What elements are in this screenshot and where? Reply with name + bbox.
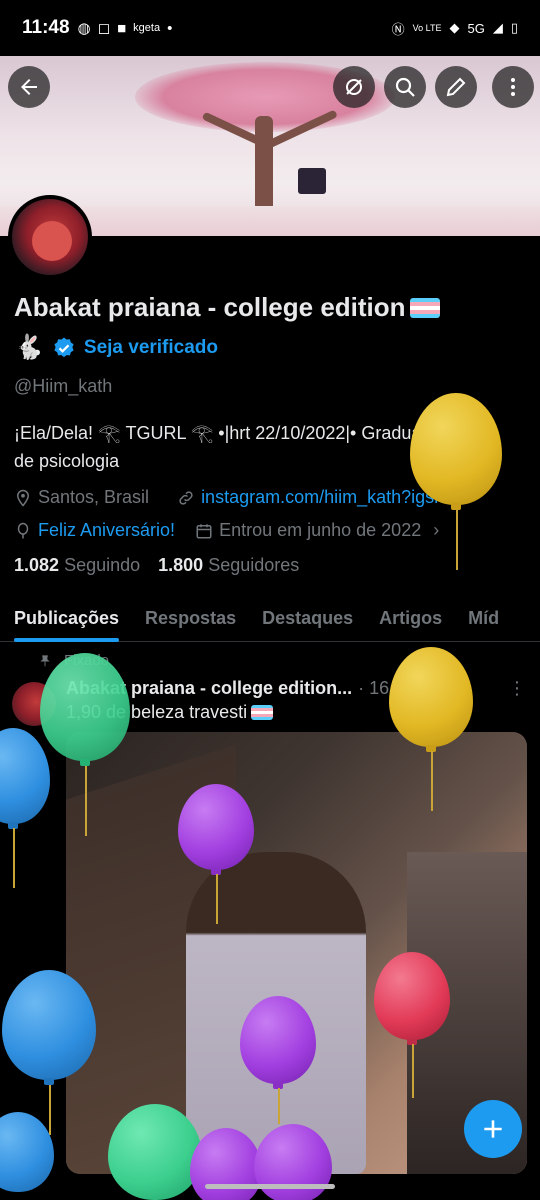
sync-off-icon (346, 79, 362, 95)
arrow-left-icon (21, 79, 37, 95)
edit-button[interactable] (435, 66, 477, 108)
tab-respostas[interactable]: Respostas (145, 600, 236, 642)
battery-icon: ▯ (510, 20, 518, 35)
tab-destaques[interactable]: Destaques (262, 600, 353, 642)
nfc-icon: Ⓝ (391, 21, 405, 37)
tab-midia[interactable]: Míd (468, 600, 499, 642)
location-pin-icon (16, 489, 30, 507)
status-right: Ⓝ Vo LTE ◆ 5G ◢ ▯ (392, 19, 518, 38)
balloon-icon (17, 522, 29, 538)
balloon-yellow (389, 647, 473, 811)
birthday-link[interactable]: Feliz Aniversário! (38, 520, 175, 541)
calendar-icon (196, 523, 212, 538)
profile-location: Santos, Brasil (38, 487, 150, 507)
get-verified-link[interactable]: Seja verificado (84, 337, 218, 359)
signal-icon: ◢ (492, 20, 503, 35)
network-label: 5G (467, 20, 485, 36)
instagram-icon: ◻ (97, 20, 111, 37)
status-bar: 11:48 ◍ ◻ ■ kgeta • Ⓝ Vo LTE ◆ 5G ◢ ▯ (0, 0, 540, 56)
verified-badge-icon (54, 337, 74, 357)
edit-icon (446, 77, 466, 97)
followers-count: 1.800 (158, 555, 204, 575)
search-icon (395, 77, 415, 97)
avatar-face (32, 221, 72, 261)
compose-button[interactable] (464, 1100, 522, 1158)
rabbit-emoji: 🐇 (14, 334, 44, 361)
balloon-red (374, 952, 450, 1098)
wifi-icon: ◆ (449, 20, 460, 35)
banner-shirt (298, 168, 326, 194)
profile-name: Abakat praiana - college edition (14, 292, 406, 322)
link-icon (179, 490, 193, 505)
follow-stats: 1.082 Seguindo 1.800 Seguidores (14, 555, 530, 576)
trans-flag-icon (409, 297, 440, 318)
balloon-purple (178, 784, 254, 924)
home-indicator[interactable] (205, 1184, 335, 1189)
balloon-blue (2, 970, 96, 1135)
verified-row: 🐇 Seja verificado (14, 333, 530, 362)
search-button[interactable] (384, 66, 426, 108)
more-button[interactable] (492, 66, 534, 108)
chevron-right-icon[interactable]: › (433, 520, 439, 541)
balloon-green (108, 1104, 202, 1200)
post-more-icon[interactable]: ⋮ (508, 678, 526, 699)
profile-tabs: Publicações Respostas Destaques Artigos … (0, 600, 540, 642)
status-time: 11:48 (22, 17, 70, 38)
balloon-purple (240, 996, 316, 1124)
tab-publicacoes[interactable]: Publicações (14, 600, 120, 642)
followers-label: Seguidores (208, 555, 300, 575)
volte-label: Vo LTE (412, 23, 442, 33)
carrier-text: kgeta (133, 22, 161, 34)
balloon-green (40, 653, 130, 836)
joined-date: Entrou em junho de 2022 (219, 520, 422, 540)
following-count: 1.082 (14, 555, 60, 575)
meta-row-dates: Feliz Aniversário! Entrou em junho de 20… (14, 520, 530, 541)
trans-flag-icon (251, 705, 274, 720)
balloon-blue (0, 1112, 54, 1192)
tab-artigos[interactable]: Artigos (379, 600, 442, 642)
following-link[interactable]: 1.082 Seguindo (14, 555, 140, 576)
whatsapp-icon: ◍ (77, 20, 91, 37)
followers-link[interactable]: 1.800 Seguidores (158, 555, 299, 576)
following-label: Seguindo (64, 555, 141, 575)
dot-icon: • (167, 19, 173, 37)
profile-avatar[interactable] (8, 195, 92, 279)
balloon-purple (190, 1128, 262, 1200)
back-button[interactable] (8, 66, 50, 108)
sync-button[interactable] (333, 66, 375, 108)
balloon-yellow (410, 393, 502, 570)
balloon-blue (0, 728, 50, 888)
profile-name-row: Abakat praiana - college edition (14, 292, 530, 323)
plus-icon (484, 1120, 502, 1138)
more-vertical-icon (511, 78, 515, 96)
white-square-icon: ■ (117, 19, 127, 37)
